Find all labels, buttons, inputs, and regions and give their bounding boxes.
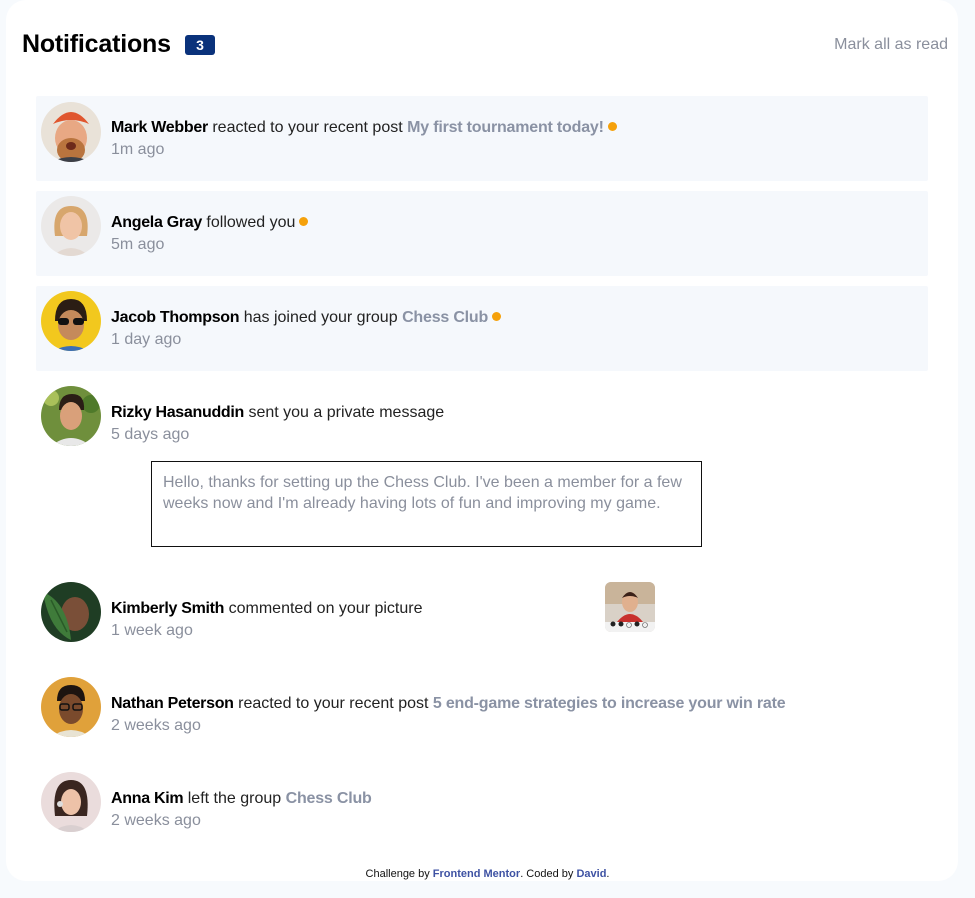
avatar[interactable]	[41, 386, 101, 446]
notification-item[interactable]: Nathan Peterson reacted to your recent p…	[36, 672, 928, 752]
user-name[interactable]: Rizky Hasanuddin	[111, 404, 244, 421]
timestamp: 2 weeks ago	[111, 717, 201, 734]
notification-action: sent you a private message	[248, 404, 445, 421]
avatar[interactable]	[41, 291, 101, 351]
timestamp: 1 week ago	[111, 622, 193, 639]
post-link[interactable]: My first tournament today!	[407, 119, 604, 136]
unread-dot	[299, 217, 309, 226]
page-title: Notifications	[22, 30, 171, 58]
notification-action: commented on your picture	[228, 600, 423, 617]
timestamp: 2 weeks ago	[111, 812, 201, 829]
notifications-card: Notifications 3 Mark all as read Mark We…	[6, 0, 958, 881]
notification-action: followed you	[206, 214, 296, 231]
notification-action: reacted to your recent post	[238, 695, 429, 712]
user-name[interactable]: Angela Gray	[111, 214, 202, 231]
avatar[interactable]	[41, 677, 101, 737]
avatar[interactable]	[41, 582, 101, 642]
user-name[interactable]: Mark Webber	[111, 119, 208, 136]
footer-prefix: Challenge by	[365, 868, 430, 880]
unread-count-badge: 3	[185, 35, 215, 55]
notification-action: has joined your group	[243, 309, 398, 326]
avatar[interactable]	[41, 772, 101, 832]
frontend-mentor-link[interactable]: Frontend Mentor	[433, 868, 520, 880]
timestamp: 1 day ago	[111, 331, 182, 348]
post-link[interactable]: 5 end-game strategies to increase your w…	[433, 695, 786, 712]
user-name[interactable]: Nathan Peterson	[111, 695, 234, 712]
notification-item[interactable]: Mark Webber reacted to your recent post …	[36, 96, 928, 181]
footer-middle: . Coded by	[520, 868, 574, 880]
unread-dot	[492, 312, 502, 321]
timestamp: 1m ago	[111, 141, 165, 158]
private-message[interactable]: Hello, thanks for setting up the Chess C…	[151, 461, 702, 547]
timestamp: 5m ago	[111, 236, 165, 253]
group-link[interactable]: Chess Club	[286, 790, 372, 807]
user-name[interactable]: Anna Kim	[111, 790, 184, 807]
notification-item[interactable]: Kimberly Smith commented on your picture…	[36, 577, 928, 657]
avatar[interactable]	[41, 102, 101, 162]
user-name[interactable]: Kimberly Smith	[111, 600, 224, 617]
timestamp: 5 days ago	[111, 426, 190, 443]
notification-item[interactable]: Jacob Thompson has joined your group Che…	[36, 286, 928, 371]
commented-picture-thumbnail[interactable]	[605, 582, 655, 632]
notification-action: left the group	[187, 790, 282, 807]
attribution-footer: Challenge by Frontend Mentor. Coded by D…	[0, 868, 975, 880]
notification-item[interactable]: Angela Gray followed you 5m ago	[36, 191, 928, 276]
author-link[interactable]: David	[576, 868, 606, 880]
mark-all-read-button[interactable]: Mark all as read	[834, 36, 948, 54]
user-name[interactable]: Jacob Thompson	[111, 309, 240, 326]
notification-action: reacted to your recent post	[212, 119, 403, 136]
notification-item[interactable]: Anna Kim left the group Chess Club 2 wee…	[36, 767, 928, 847]
avatar[interactable]	[41, 196, 101, 256]
unread-dot	[607, 122, 617, 131]
notification-item[interactable]: Rizky Hasanuddin sent you a private mess…	[36, 381, 928, 461]
footer-suffix: .	[606, 868, 610, 880]
header: Notifications 3 Mark all as read	[22, 30, 958, 64]
group-link[interactable]: Chess Club	[402, 309, 488, 326]
